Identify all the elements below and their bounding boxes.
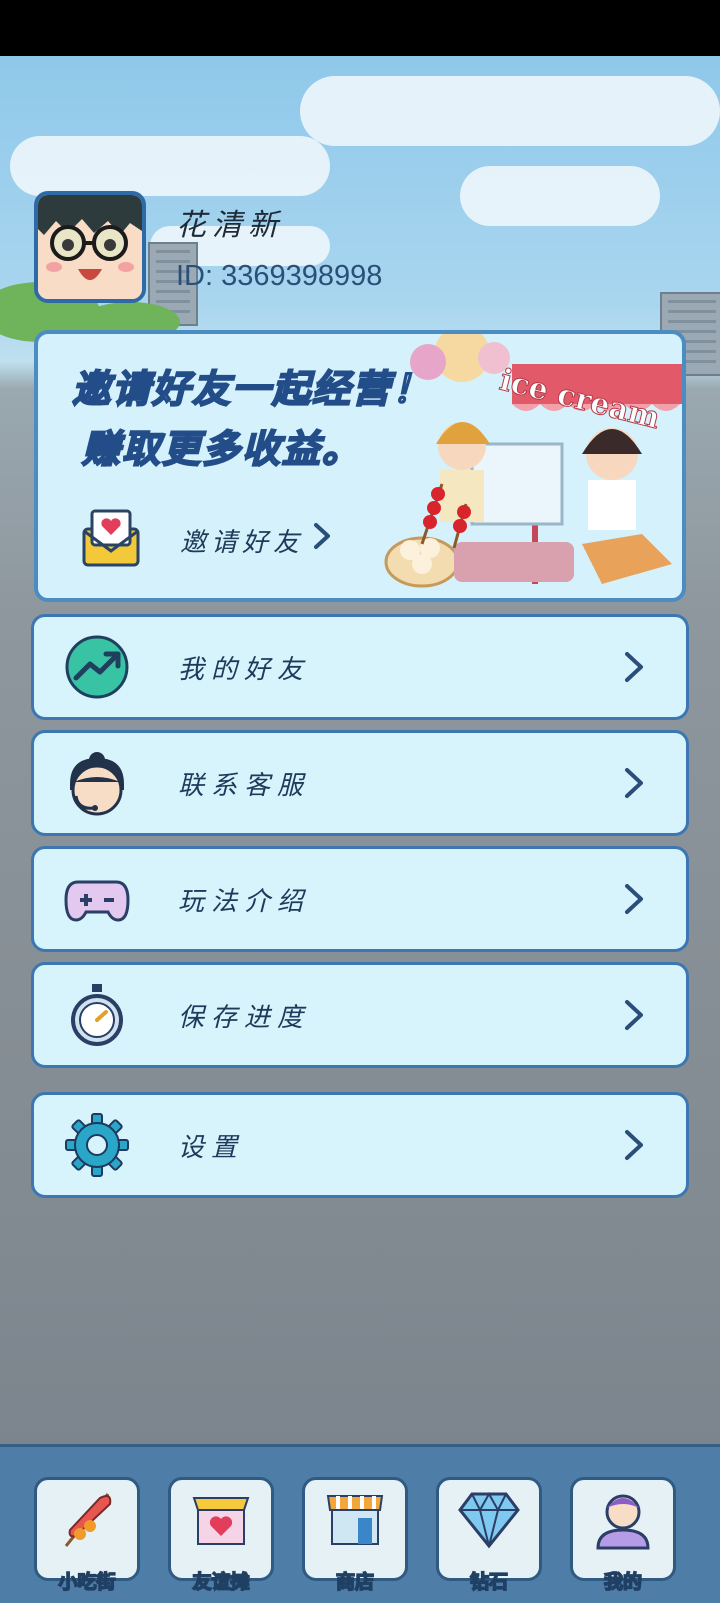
avatar-face-icon — [38, 195, 142, 299]
shop-icon — [320, 1488, 390, 1550]
menu-item-label: 我的好友 — [178, 654, 311, 685]
nav-label: 友谊摊 — [192, 1570, 251, 1594]
nav-snack-street[interactable]: 小吃街 — [34, 1477, 140, 1594]
invite-envelope-icon — [78, 505, 144, 575]
skewer-icon — [52, 1488, 122, 1550]
chevron-right-icon — [614, 650, 654, 684]
customer-service-icon — [64, 750, 130, 816]
user-id: ID: 3369398998 — [176, 260, 383, 292]
trend-up-icon — [64, 634, 130, 700]
chevron-right-icon — [614, 998, 654, 1032]
profile-icon — [588, 1488, 658, 1550]
chevron-right-icon — [614, 882, 654, 916]
menu-item-my-friends[interactable]: 我的好友 — [31, 614, 689, 720]
status-bar — [0, 0, 720, 56]
avatar[interactable] — [34, 191, 146, 303]
nav-label: 商店 — [335, 1570, 375, 1594]
menu-item-label: 联系客服 — [178, 770, 311, 801]
chevron-right-icon — [614, 766, 654, 800]
chevron-right-icon — [614, 1128, 654, 1162]
nav-friendship-stall[interactable]: 友谊摊 — [168, 1477, 274, 1594]
menu-item-label: 玩法介绍 — [178, 886, 311, 917]
username: 花清新 — [176, 208, 284, 243]
menu-item-gameplay-intro[interactable]: 玩法介绍 — [31, 846, 689, 952]
nav-mine[interactable]: 我的 — [570, 1477, 676, 1594]
nav-label: 我的 — [603, 1570, 643, 1594]
heart-stall-icon — [186, 1488, 256, 1550]
invite-banner[interactable]: ice cream 邀请好友一起经营！ 赚取更多收益。 邀请好友 — [34, 330, 686, 602]
menu-item-customer-service[interactable]: 联系客服 — [31, 730, 689, 836]
invite-friends-label: 邀请好友 — [180, 527, 305, 558]
menu-item-settings[interactable]: 设置 — [31, 1092, 689, 1198]
nav-diamonds[interactable]: 钻石 — [436, 1477, 542, 1594]
gamepad-icon — [64, 866, 130, 932]
nav-shop[interactable]: 商店 — [302, 1477, 408, 1594]
nav-label: 钻石 — [469, 1570, 509, 1594]
nav-label: 小吃街 — [58, 1570, 117, 1594]
bottom-nav: 小吃街 友谊摊 商店 钻石 我的 — [0, 1444, 720, 1603]
menu-item-label: 设置 — [178, 1132, 245, 1163]
diamond-icon — [454, 1488, 524, 1550]
stopwatch-icon — [64, 982, 130, 1048]
banner-headline: 邀请好友一起经营！ — [71, 366, 433, 412]
invite-friends-button[interactable]: 邀请好友 — [78, 500, 332, 580]
gear-icon — [64, 1112, 130, 1178]
chevron-right-icon — [312, 521, 332, 559]
menu-item-label: 保存进度 — [178, 1002, 311, 1033]
banner-subline: 赚取更多收益。 — [81, 426, 363, 472]
menu-item-save-progress[interactable]: 保存进度 — [31, 962, 689, 1068]
